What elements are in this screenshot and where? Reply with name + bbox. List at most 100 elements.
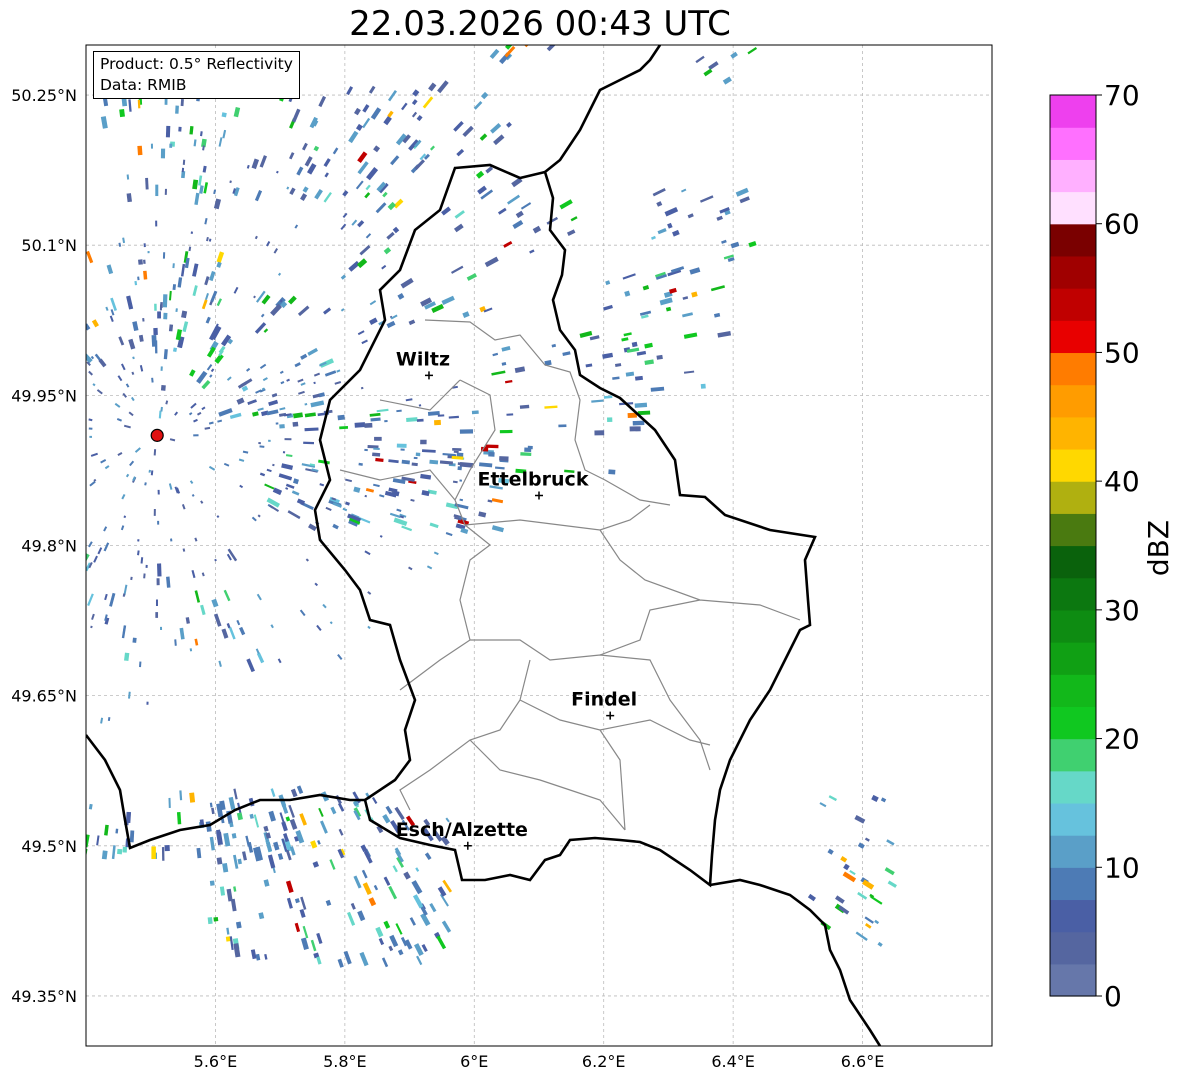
echo-cell (887, 880, 897, 888)
echo-cell (874, 919, 880, 925)
echo-cell (128, 338, 136, 350)
echo-speck (168, 483, 173, 490)
colorbar-segment (1050, 706, 1096, 740)
echo-cell (138, 334, 144, 342)
echo-cell (623, 332, 632, 337)
echo-cell (106, 264, 114, 275)
echo-cell (453, 223, 464, 233)
echo-cell (242, 851, 247, 861)
echo-cell (828, 795, 837, 802)
echo-cell (194, 192, 200, 205)
colorbar-segment (1050, 770, 1096, 804)
echo-speck (100, 717, 104, 724)
echo-cell (169, 143, 173, 148)
echo-cell (233, 788, 238, 800)
echo-cell (310, 840, 318, 849)
echo-cell (737, 26, 750, 36)
echo-cell (884, 867, 895, 876)
echo-speck (13, 546, 17, 549)
echo-speck (379, 535, 383, 538)
echo-cell (708, 61, 719, 70)
echo-speck (42, 668, 46, 673)
echo-speck (286, 186, 290, 190)
echo-speck (239, 484, 244, 489)
echo-cell (722, 76, 732, 85)
echo-speck (145, 564, 148, 568)
echo-cell (357, 161, 369, 175)
echo-cell (680, 188, 687, 193)
echo-cell (716, 215, 723, 221)
echo-cell (695, 29, 704, 37)
echo-cell (420, 439, 427, 445)
echo-cell (382, 814, 391, 824)
echo-cell (368, 85, 376, 94)
echo-cell (259, 472, 266, 477)
colorbar-segment (1050, 127, 1096, 160)
echo-cell (160, 384, 166, 391)
echo-cell (30, 597, 40, 609)
echo-cell (383, 920, 391, 929)
echo-cell (37, 564, 43, 570)
echo-cell (886, 839, 895, 846)
colorbar-segment (1050, 802, 1096, 836)
echo-speck (297, 378, 304, 383)
echo-speck (159, 304, 163, 311)
echo-cell (162, 294, 168, 308)
echo-cell (389, 512, 401, 519)
echo-speck (459, 498, 464, 502)
echo-cell (104, 824, 109, 836)
echo-cell (471, 410, 479, 415)
echo-speck (89, 480, 96, 487)
echo-speck (137, 550, 140, 556)
echo-cell (439, 893, 449, 907)
echo-cell (515, 210, 524, 219)
echo-cell (324, 370, 337, 377)
echo-cell (266, 841, 273, 852)
echo-cell (233, 107, 241, 118)
echo-speck (277, 658, 282, 664)
echo-cell (570, 216, 578, 222)
echo-cell (348, 130, 359, 144)
echo-cell (103, 542, 110, 552)
echo-cell (164, 845, 170, 852)
echo-cell (387, 90, 397, 102)
colorbar-tick-label: 60 (1104, 208, 1140, 241)
echo-cell (332, 147, 339, 155)
echo-cell (491, 525, 504, 533)
echo-cell (329, 859, 336, 870)
echo-cell (624, 290, 631, 297)
echo-cell (375, 926, 384, 938)
echo-cell (664, 206, 679, 217)
echo-cell (110, 297, 118, 311)
echo-speck (413, 456, 418, 460)
echo-cell (324, 172, 329, 178)
echo-cell (177, 277, 183, 288)
city-marker (463, 841, 472, 850)
echo-cell (634, 402, 648, 408)
echo-cell (319, 358, 335, 368)
echo-cell (216, 857, 223, 865)
echo-cell (519, 404, 530, 409)
colorbar-tick-label: 70 (1104, 79, 1140, 112)
echo-cell (864, 837, 870, 842)
echo-cell (67, 351, 72, 356)
echo-speck (77, 541, 81, 546)
echo-cell (345, 501, 350, 506)
echo-cell (330, 806, 337, 815)
echo-speck (275, 422, 279, 425)
echo-speck (433, 551, 439, 556)
echo-cell (376, 408, 389, 413)
echo-cell (279, 812, 285, 823)
echo-speck (405, 398, 413, 402)
echo-cell (735, 187, 749, 197)
echo-speck (381, 264, 387, 270)
echo-cell (691, 291, 698, 298)
echo-cell (566, 229, 576, 236)
echo-cell (86, 814, 87, 829)
echo-cell (155, 612, 159, 618)
echo-cell (296, 785, 304, 795)
echo-cell (403, 871, 411, 880)
echo-cell (497, 207, 507, 215)
echo-cell (218, 137, 223, 147)
echo-cell (594, 430, 605, 436)
